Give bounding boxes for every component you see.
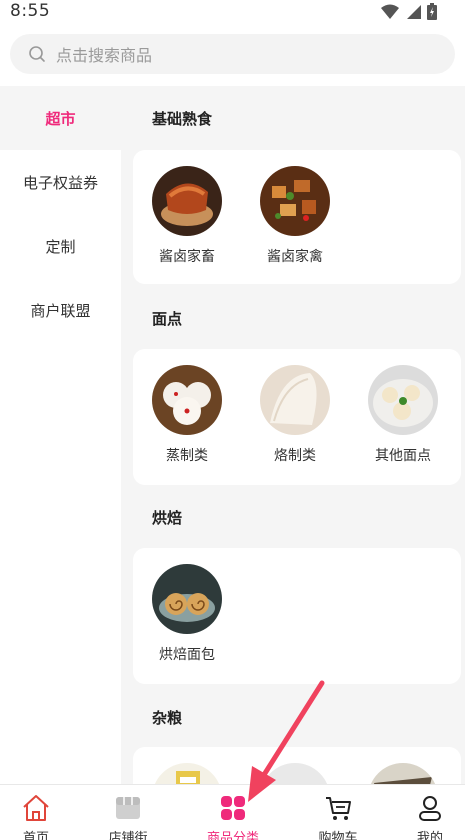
shop-street-icon <box>116 797 140 819</box>
wifi-icon <box>381 4 399 19</box>
subcategory-item[interactable]: 其他面点 <box>353 365 453 465</box>
status-icons <box>381 3 437 20</box>
nav-profile[interactable]: 我的 <box>385 785 465 840</box>
subcategory-item[interactable]: 酱卤家禽 <box>245 166 345 266</box>
subcategory-label: 酱卤家畜 <box>159 249 215 265</box>
sidebar-item-supermarket[interactable]: 超市 <box>0 86 121 150</box>
nav-cart[interactable]: 购物车 <box>293 785 383 840</box>
cart-icon <box>326 797 351 820</box>
sidebar-item-label: 商户联盟 <box>30 301 91 320</box>
search-placeholder: 点击搜索商品 <box>56 46 153 65</box>
subcategory-item[interactable]: 酱卤家畜 <box>137 166 237 266</box>
nav-shop-street[interactable]: 店铺街 <box>83 785 173 840</box>
section-card <box>133 747 461 784</box>
subcategory-label: 其他面点 <box>375 448 431 464</box>
product-thumbnail <box>368 763 438 784</box>
nav-category[interactable]: 商品分类 <box>188 785 278 840</box>
sidebar-item-e-voucher[interactable]: 电子权益券 <box>0 150 121 214</box>
category-icon <box>221 796 245 820</box>
section-card: 蒸制类 烙制类 其他面点 <box>133 349 461 485</box>
nav-label: 首页 <box>22 831 49 840</box>
search-icon <box>29 46 45 62</box>
sidebar-item-label: 电子权益券 <box>22 173 98 192</box>
profile-icon <box>419 796 441 821</box>
section-title: 杂粮 <box>152 709 183 727</box>
product-thumbnail <box>152 564 222 634</box>
subcategory-label: 蒸制类 <box>166 448 208 464</box>
subcategory-item[interactable] <box>245 763 345 784</box>
search-bar[interactable]: 点击搜索商品 <box>10 34 455 74</box>
product-thumbnail <box>260 166 330 236</box>
sidebar-item-label: 定制 <box>45 237 76 256</box>
category-sidebar: 超市 电子权益券 定制 商户联盟 <box>0 86 121 784</box>
nav-label: 店铺街 <box>108 831 148 840</box>
bottom-navigation: 首页 店铺街 商品分类 购物车 我的 <box>0 784 465 840</box>
subcategory-item[interactable]: 烙制类 <box>245 365 345 465</box>
nav-home[interactable]: 首页 <box>0 785 81 840</box>
signal-icon <box>407 4 421 19</box>
subcategory-label: 烘焙面包 <box>159 647 215 663</box>
nav-label: 购物车 <box>318 831 358 840</box>
product-thumbnail <box>152 166 222 236</box>
status-time: 8:55 <box>10 1 51 21</box>
product-thumbnail <box>152 365 222 435</box>
subcategory-label: 酱卤家禽 <box>267 249 323 265</box>
section-title: 基础熟食 <box>152 110 213 128</box>
sidebar-item-merchant-alliance[interactable]: 商户联盟 <box>0 278 121 342</box>
product-thumbnail <box>260 763 330 784</box>
home-icon <box>23 795 49 821</box>
subcategory-item[interactable]: 蒸制类 <box>137 365 237 465</box>
product-thumbnail <box>368 365 438 435</box>
product-thumbnail <box>260 365 330 435</box>
section-title: 面点 <box>152 310 183 328</box>
sidebar-item-custom[interactable]: 定制 <box>0 214 121 278</box>
subcategory-item[interactable]: 烘焙面包 <box>137 564 237 664</box>
section-card: 烘焙面包 <box>133 548 461 684</box>
product-thumbnail <box>152 763 222 784</box>
subcategory-item[interactable] <box>137 763 237 784</box>
section-title: 烘焙 <box>152 509 183 527</box>
battery-icon <box>427 3 437 20</box>
subcategory-item[interactable] <box>353 763 453 784</box>
section-card: 酱卤家畜 酱卤家禽 <box>133 150 461 284</box>
nav-label: 商品分类 <box>206 831 259 840</box>
category-content: 基础熟食 酱卤家畜 酱卤家禽 面点 蒸制类 烙制类 其他面点 烘焙 烘焙面包 杂… <box>121 86 465 784</box>
sidebar-item-label: 超市 <box>45 109 76 128</box>
nav-label: 我的 <box>416 831 443 840</box>
subcategory-label: 烙制类 <box>274 448 316 464</box>
status-bar: 8:55 <box>0 0 465 24</box>
